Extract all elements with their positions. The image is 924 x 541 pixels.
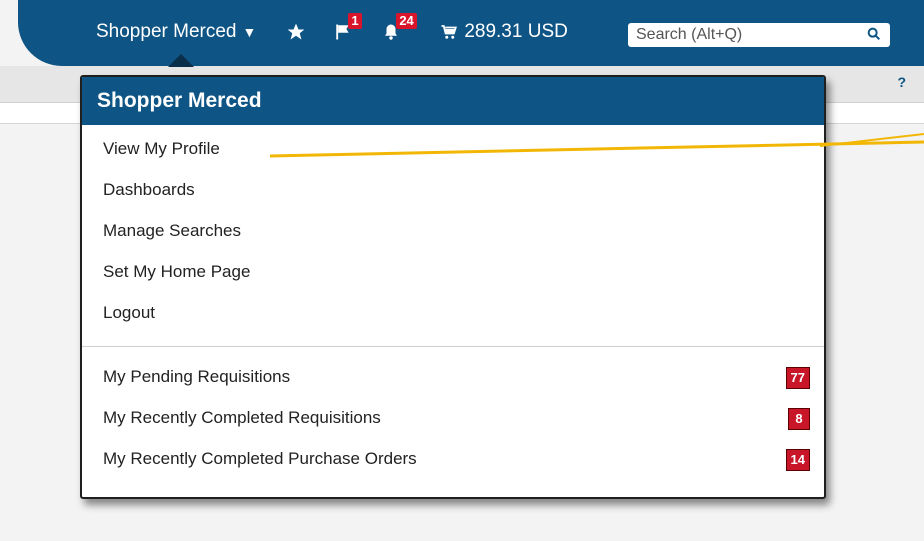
cart-total: 289.31 USD <box>464 21 568 42</box>
menu-item-completed-purchase-orders[interactable]: My Recently Completed Purchase Orders 14 <box>82 441 824 482</box>
search-box <box>628 23 890 47</box>
requisitions-menu-list: My Pending Requisitions 77 My Recently C… <box>82 355 824 482</box>
cart-button[interactable]: 289.31 USD <box>440 21 568 43</box>
favorites-button[interactable] <box>286 22 306 42</box>
menu-item-label: My Recently Completed Requisitions <box>103 408 381 427</box>
menu-item-completed-requisitions[interactable]: My Recently Completed Requisitions 8 <box>82 400 824 441</box>
menu-item-dashboards[interactable]: Dashboards <box>82 172 824 213</box>
menu-item-label: My Recently Completed Purchase Orders <box>103 449 417 468</box>
menu-item-set-home-page[interactable]: Set My Home Page <box>82 254 824 295</box>
menu-item-view-profile[interactable]: View My Profile <box>82 131 824 172</box>
menu-item-manage-searches[interactable]: Manage Searches <box>82 213 824 254</box>
notification-count-badge: 24 <box>396 13 417 29</box>
dropdown-title: Shopper Merced <box>82 77 824 125</box>
help-button[interactable]: ? <box>897 74 906 90</box>
action-items-button[interactable]: 1 <box>334 13 362 41</box>
user-menu-toggle[interactable]: Shopper Merced ▼ <box>96 21 256 43</box>
star-icon <box>287 23 305 40</box>
topbar-items: Shopper Merced ▼ 1 24 289.31 USD <box>96 13 568 46</box>
search-input[interactable] <box>634 24 858 46</box>
count-badge: 8 <box>788 408 810 430</box>
dropdown-pointer <box>168 54 194 67</box>
menu-item-logout[interactable]: Logout <box>82 295 824 336</box>
user-name: Shopper Merced <box>96 21 237 42</box>
menu-item-label: My Pending Requisitions <box>103 367 291 386</box>
search-icon[interactable] <box>866 26 882 42</box>
cart-icon <box>441 25 458 39</box>
top-navigation-bar: Shopper Merced ▼ 1 24 289.31 USD <box>18 0 924 66</box>
flag-count-badge: 1 <box>348 13 362 29</box>
caret-down-icon: ▼ <box>242 24 257 40</box>
count-badge: 77 <box>785 367 810 389</box>
profile-menu-list: View My Profile Dashboards Manage Search… <box>82 125 824 336</box>
menu-divider <box>82 346 824 347</box>
notifications-button[interactable]: 24 <box>382 13 417 41</box>
user-dropdown-menu: Shopper Merced View My Profile Dashboard… <box>80 75 826 499</box>
menu-item-pending-requisitions[interactable]: My Pending Requisitions 77 <box>82 359 824 400</box>
count-badge: 14 <box>785 449 810 471</box>
